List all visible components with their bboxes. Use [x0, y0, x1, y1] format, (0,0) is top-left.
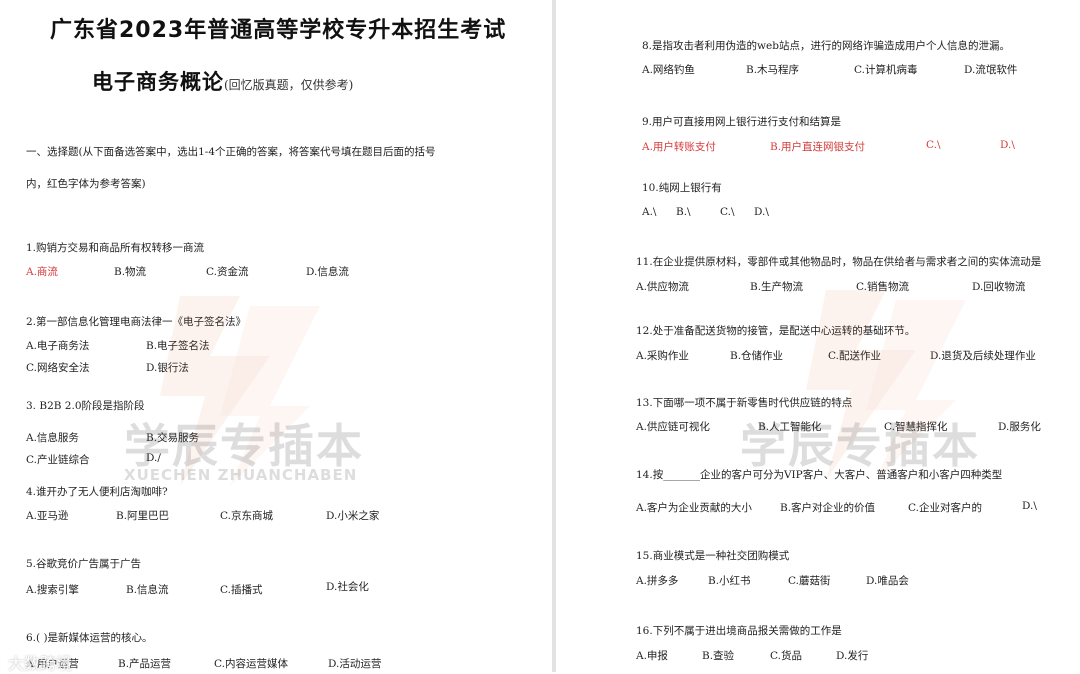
- option: A.商流: [26, 266, 58, 278]
- option: C.计算机病毒: [854, 64, 918, 76]
- option: B.小红书: [708, 575, 751, 587]
- option: D./: [146, 452, 161, 464]
- option: D.活动运营: [328, 658, 382, 670]
- option: C.插播式: [220, 584, 263, 596]
- option: A.客户为企业贡献的大小: [636, 502, 752, 514]
- option: A.申报: [636, 650, 668, 662]
- question-stem: 3. B2B 2.0阶段是指阶段: [26, 400, 145, 412]
- instruction-line-1: 一、选择题(从下面备选答案中，选出1-4个正确的答案，将答案代号填在题目后面的括…: [26, 146, 436, 158]
- option: D.唯品会: [866, 575, 909, 587]
- option: B.交易服务: [146, 432, 200, 444]
- option: C.网络安全法: [26, 362, 90, 374]
- option: B.人工智能化: [758, 421, 822, 433]
- option: B.木马程序: [746, 64, 800, 76]
- watermark-emblem-icon: [806, 290, 966, 480]
- subject-note: (回忆版真题，仅供参考): [224, 78, 354, 92]
- option: D.信息流: [306, 266, 349, 278]
- option: D.\: [1000, 139, 1015, 151]
- option: A.搜索引擎: [26, 584, 79, 596]
- option: C.配送作业: [828, 350, 881, 362]
- question-stem: 16.下列不属于进出境商品报关需做的工作是: [636, 625, 842, 637]
- option: A.拼多多: [636, 575, 679, 587]
- option: D.退货及后续处理作业: [930, 350, 1036, 362]
- option: D.服务化: [998, 421, 1041, 433]
- option: D.银行法: [146, 362, 189, 374]
- question-stem: 15.商业模式是一种社交团购模式: [636, 550, 790, 562]
- option: D.\: [754, 206, 769, 218]
- option: A.信息服务: [26, 432, 79, 444]
- option: D.小米之家: [326, 510, 380, 522]
- option: C.货品: [770, 650, 802, 662]
- option: C.内容运营媒体: [214, 658, 288, 670]
- subject-heading: 电子商务概论(回忆版真题，仅供参考): [92, 66, 353, 96]
- question-stem: 11.在企业提供原材料，零部件或其他物品时，物品在供给者与需求者之间的实体流动是: [636, 256, 1042, 268]
- subject-title: 电子商务概论: [92, 70, 224, 94]
- left-page: 广东省2023年普通高等学校专升本招生考试 电子商务概论(回忆版真题，仅供参考)…: [0, 0, 552, 672]
- option: A.网络钓鱼: [642, 64, 695, 76]
- question-stem: 14.按_______企业的客户可分为VIP客户、大客户、普通客户和小客户四种类…: [636, 469, 1003, 481]
- option: C.蘑菇街: [788, 575, 831, 587]
- question-stem: 8.是指攻击者利用伪造的web站点，进行的网络诈骗造成用户个人信息的泄漏。: [642, 40, 1010, 52]
- option: B.用户直连网银支付: [770, 141, 866, 153]
- option: C.企业对客户的: [908, 502, 982, 514]
- option: C.\: [926, 139, 941, 151]
- option: A.采购作业: [636, 350, 689, 362]
- option: A.电子商务法: [26, 340, 90, 352]
- option: B.查验: [702, 650, 735, 662]
- option: B.电子签名法: [146, 340, 210, 352]
- option: C.资金流: [206, 266, 249, 278]
- option: B.产品运营: [118, 658, 172, 670]
- question-stem: 5.谷歌竞价广告属于广告: [26, 558, 142, 570]
- question-stem: 6.( )是新媒体运营的核心。: [26, 632, 153, 644]
- option: D.社会化: [326, 581, 369, 593]
- option: A.亚马逊: [26, 510, 69, 522]
- option: B.\: [676, 206, 691, 218]
- watermark-logo: [766, 280, 976, 494]
- question-stem: 1.购销方交易和商品所有权转移一商流: [26, 242, 205, 254]
- option: C.\: [720, 206, 735, 218]
- question-stem: 13.下面哪一项不属于新零售时代供应链的特点: [636, 397, 853, 409]
- option: A.供应物流: [636, 281, 689, 293]
- option: B.信息流: [126, 584, 169, 596]
- option: A.\: [642, 206, 657, 218]
- question-stem: 4.谁开办了无人便利店淘咖啡?: [26, 486, 168, 498]
- option: B.仓储作业: [730, 350, 784, 362]
- question-stem: 12.处于准备配送货物的接管，是配送中心运转的基础环节。: [636, 325, 916, 337]
- footer-logo: 大数跨境: [8, 654, 73, 673]
- question-stem: 10.纯网上银行有: [642, 182, 722, 194]
- right-page: 8.是指攻击者利用伪造的web站点，进行的网络诈骗造成用户个人信息的泄漏。 A.…: [556, 0, 1080, 672]
- document-title: 广东省2023年普通高等学校专升本招生考试: [50, 18, 507, 43]
- option: C.产业链综合: [26, 454, 90, 466]
- option: B.物流: [114, 266, 147, 278]
- option: B.客户对企业的价值: [780, 502, 876, 514]
- instruction-line-2: 内，红色字体为参考答案): [26, 178, 146, 190]
- option: D.流氓软件: [964, 64, 1018, 76]
- option: A.供应链可视化: [636, 421, 710, 433]
- option: D.发行: [836, 650, 869, 662]
- question-stem: 9.用户可直接用网上银行进行支付和结算是: [642, 116, 842, 128]
- watermark-text-en: XUECHEN ZHUANCHABEN: [124, 466, 358, 484]
- option: C.销售物流: [856, 281, 909, 293]
- option: B.阿里巴巴: [116, 510, 170, 522]
- option: D.回收物流: [972, 281, 1026, 293]
- option: B.生产物流: [750, 281, 804, 293]
- option: C.智慧指挥化: [884, 421, 948, 433]
- question-stem: 2.第一部信息化管理电商法律一《电子签名法》: [26, 316, 247, 328]
- option: D.\: [1022, 500, 1037, 512]
- option: A.用户转账支付: [642, 141, 716, 153]
- option: C.京东商城: [220, 510, 273, 522]
